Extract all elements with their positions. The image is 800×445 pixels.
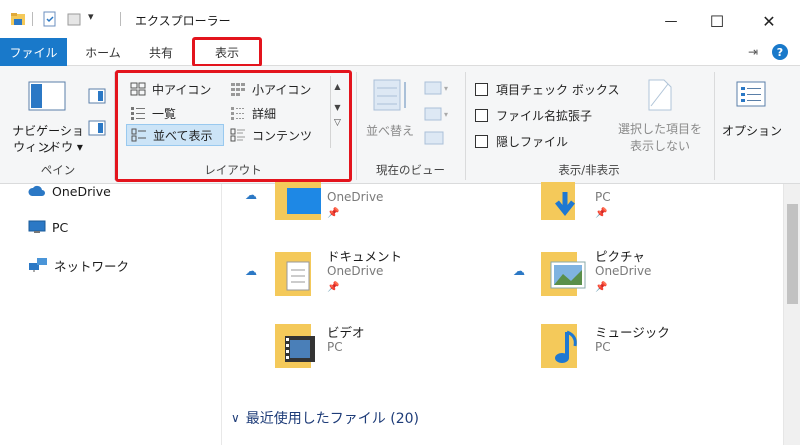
folder-location: PC <box>595 340 611 354</box>
recent-files-label: 最近使用したファイル (20) <box>245 411 419 427</box>
file-extensions-option[interactable]: ファイル名拡張子 <box>475 104 592 126</box>
navigation-pane-dropdown[interactable]: ウィンドウ ▾ <box>8 138 88 155</box>
hide-selected-line2[interactable]: 表示しない <box>614 137 706 154</box>
group-separator <box>356 72 357 180</box>
folder-item-desktop[interactable]: ☁ OneDrive 📌 <box>223 182 493 234</box>
help-icon[interactable]: ? <box>772 44 788 60</box>
nav-item-network[interactable]: ネットワーク <box>28 254 129 276</box>
minimize-button[interactable]: — <box>648 6 694 36</box>
current-view-group-label: 現在のビュー <box>376 163 445 177</box>
pin-ribbon-icon[interactable]: ⇥ <box>748 45 758 59</box>
properties-icon[interactable] <box>42 11 58 27</box>
folder-item-downloads[interactable]: PC 📌 <box>513 182 773 234</box>
svg-text:▾: ▾ <box>444 110 448 119</box>
desktop-folder-icon <box>275 182 321 220</box>
hidden-files-checkbox[interactable] <box>475 134 488 148</box>
file-extensions-label: ファイル名拡張子 <box>496 108 593 123</box>
options-button[interactable]: オプション <box>720 122 784 139</box>
pin-icon: 📌 <box>327 282 340 293</box>
nav-item-onedrive[interactable]: OneDrive <box>28 180 111 202</box>
cloud-status-icon: ☁ <box>245 264 257 278</box>
documents-folder-icon <box>275 252 311 296</box>
svg-text:▾: ▾ <box>444 84 448 93</box>
hidden-files-option[interactable]: 隠しファイル <box>475 130 568 152</box>
file-extensions-checkbox[interactable] <box>475 108 488 122</box>
cloud-status-icon: ☁ <box>245 188 257 202</box>
folder-location: OneDrive <box>327 264 384 278</box>
close-button[interactable]: ✕ <box>746 6 792 36</box>
tab-view[interactable]: 表示 <box>192 37 262 67</box>
hide-selected-line1[interactable]: 選択した項目を <box>614 120 706 137</box>
folder-name: ピクチャ <box>595 249 645 264</box>
maximize-button[interactable]: ☐ <box>694 6 740 36</box>
pane-group-label: ペイン <box>40 163 76 177</box>
ribbon-tab-bar: ファイル ホーム 共有 表示 ⇥ ? <box>0 37 800 67</box>
sort-by-icon[interactable] <box>372 76 412 116</box>
add-columns-icon[interactable]: ▾ <box>424 106 452 122</box>
videos-folder-icon <box>275 324 315 368</box>
cloud-status-icon: ☁ <box>513 264 525 278</box>
preview-pane-icon[interactable] <box>88 88 106 104</box>
pictures-folder-icon <box>541 252 586 296</box>
folder-item-music[interactable]: ミュージック PC <box>513 314 773 374</box>
details-pane-icon[interactable] <box>88 120 106 136</box>
pin-icon: 📌 <box>327 208 340 219</box>
group-separator <box>714 72 715 180</box>
new-folder-icon[interactable] <box>66 11 82 27</box>
folder-name: ドキュメント <box>327 249 403 264</box>
network-icon <box>29 258 47 272</box>
folder-item-documents[interactable]: ☁ ドキュメント OneDrive 📌 <box>223 242 493 302</box>
folder-view: ☁ OneDrive 📌 PC 📌 ☁ ドキュメント OneDrive 📌 ☁ … <box>223 182 783 445</box>
downloads-folder-icon <box>541 182 575 220</box>
folder-location: PC <box>595 190 611 204</box>
item-checkboxes-option[interactable]: 項目チェック ボックス <box>475 78 619 100</box>
folder-name: ミュージック <box>595 325 670 340</box>
tab-share[interactable]: 共有 <box>140 38 182 66</box>
nav-item-pc[interactable]: PC <box>28 216 68 238</box>
divider <box>32 12 33 26</box>
folder-location: PC <box>327 340 343 354</box>
quick-access-dropdown[interactable]: ▾ <box>88 10 94 23</box>
show-hide-group-label: 表示/非表示 <box>558 163 620 177</box>
size-columns-icon[interactable] <box>424 130 446 146</box>
hide-selected-items-icon[interactable] <box>646 78 674 112</box>
folder-item-pictures[interactable]: ☁ ピクチャ OneDrive 📌 <box>513 242 773 302</box>
sort-by-button[interactable]: 並べ替え <box>366 122 414 139</box>
chevron-down-icon: ∨ <box>231 411 240 425</box>
folder-name: ビデオ <box>327 325 365 340</box>
folder-location: OneDrive <box>327 190 384 204</box>
pin-icon: 📌 <box>595 282 608 293</box>
cloud-icon <box>28 185 45 196</box>
navigation-pane: OneDrive PC ネットワーク <box>0 184 222 445</box>
folder-icon <box>11 13 25 25</box>
window-title: エクスプローラー <box>135 14 231 28</box>
item-checkboxes-label: 項目チェック ボックス <box>496 82 620 97</box>
computer-icon <box>28 220 46 233</box>
recent-files-header[interactable]: ∨ 最近使用したファイル (20) <box>231 408 419 428</box>
group-by-icon[interactable]: ▾ <box>424 80 452 96</box>
hidden-files-label: 隠しファイル <box>496 134 569 149</box>
pin-icon: 📌 <box>595 208 608 219</box>
divider <box>120 12 121 26</box>
title-bar: ▾ エクスプローラー — ☐ ✕ <box>0 0 800 38</box>
layout-highlight-frame <box>115 70 352 182</box>
options-icon[interactable] <box>735 80 767 108</box>
folder-item-videos[interactable]: ビデオ PC <box>223 314 493 374</box>
item-checkboxes-checkbox[interactable] <box>475 82 488 96</box>
music-folder-icon <box>541 324 577 368</box>
folder-location: OneDrive <box>595 264 652 278</box>
nav-item-label: OneDrive <box>52 183 111 199</box>
tab-file[interactable]: ファイル <box>0 38 67 66</box>
scrollbar-thumb[interactable] <box>787 204 798 304</box>
nav-item-label: ネットワーク <box>54 258 130 274</box>
navigation-pane-icon[interactable] <box>28 80 68 112</box>
tab-home[interactable]: ホーム <box>78 38 128 66</box>
nav-item-label: PC <box>52 219 69 235</box>
vertical-scrollbar[interactable] <box>783 184 800 445</box>
